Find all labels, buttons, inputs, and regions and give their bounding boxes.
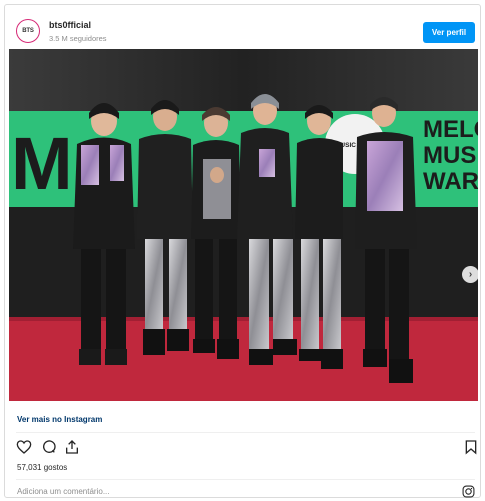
view-profile-button[interactable]: Ver perfil bbox=[423, 22, 475, 43]
instagram-icon[interactable] bbox=[462, 485, 475, 498]
backdrop-word-3: WAR bbox=[423, 168, 478, 195]
action-bar bbox=[16, 439, 477, 457]
view-on-instagram-link[interactable]: Ver mais no Instagram bbox=[17, 415, 102, 424]
comment-icon[interactable] bbox=[41, 439, 57, 455]
chevron-right-icon: › bbox=[468, 269, 473, 280]
member-figure-5 bbox=[295, 105, 343, 369]
avatar[interactable]: BTS bbox=[16, 19, 40, 43]
post-header: BTS bts0fficial 3.5 M seguidores Ver per… bbox=[5, 5, 480, 49]
avatar-logo: BTS bbox=[19, 22, 37, 40]
share-icon[interactable] bbox=[64, 439, 80, 455]
instagram-embed-card: BTS bts0fficial 3.5 M seguidores Ver per… bbox=[4, 4, 481, 498]
backdrop-word-1: MELO bbox=[423, 116, 478, 143]
next-slide-button[interactable]: › bbox=[462, 266, 478, 283]
follower-count: 3.5 M seguidores bbox=[49, 34, 107, 43]
backdrop-word-2: MUSIC bbox=[423, 142, 478, 169]
post-photo[interactable]: M MELO MUSIC WAR MUSIC STAR bbox=[9, 49, 478, 401]
bookmark-icon[interactable] bbox=[463, 439, 479, 455]
backdrop-letter: M bbox=[11, 122, 73, 205]
heart-icon[interactable] bbox=[16, 439, 32, 455]
comment-input[interactable]: Adiciona um comentário... bbox=[17, 487, 110, 496]
account-name[interactable]: bts0fficial bbox=[49, 20, 91, 30]
like-count: 57,031 gostos bbox=[17, 463, 68, 472]
divider bbox=[16, 479, 475, 480]
divider bbox=[16, 432, 475, 433]
